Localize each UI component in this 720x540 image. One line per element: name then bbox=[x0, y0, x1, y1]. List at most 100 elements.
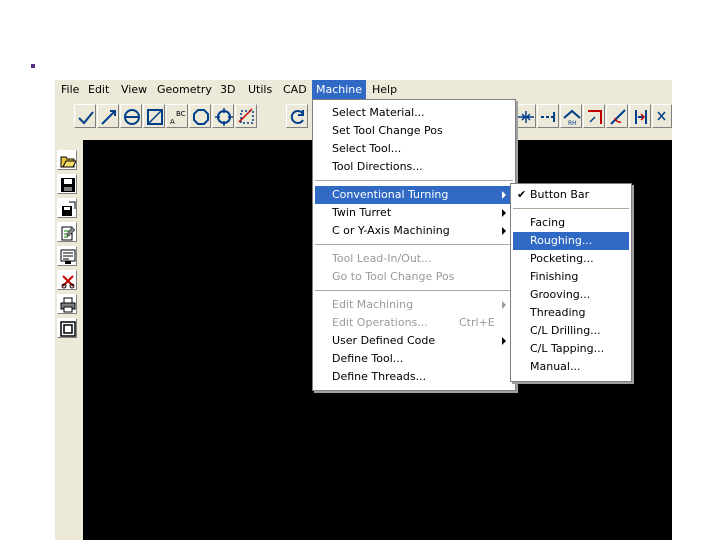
abc-top-text: BC bbox=[176, 110, 186, 118]
menu-3d[interactable]: 3D bbox=[216, 80, 239, 99]
delete-button[interactable] bbox=[57, 270, 77, 290]
menu-item-select-material[interactable]: Select Material... bbox=[315, 104, 513, 122]
menu-item-define-tool[interactable]: Define Tool... bbox=[315, 350, 513, 368]
submenu-item-threading[interactable]: Threading bbox=[513, 304, 629, 322]
extend-icon bbox=[657, 111, 666, 121]
submenu-item-facing[interactable]: Facing bbox=[513, 214, 629, 232]
dashed-box-icon bbox=[238, 108, 254, 124]
menu-item-set-tool-change-pos[interactable]: Set Tool Change Pos bbox=[315, 122, 513, 140]
menu-item-label: Twin Turret bbox=[332, 206, 392, 219]
submenu-item-button-bar[interactable]: ✔ Button Bar bbox=[513, 186, 629, 204]
rh-tool-button[interactable]: RH bbox=[560, 104, 582, 128]
monitor-icon bbox=[60, 249, 76, 264]
point-tool-button[interactable] bbox=[212, 104, 234, 128]
menu-geometry[interactable]: Geometry bbox=[153, 80, 216, 99]
trim-tool-button[interactable] bbox=[629, 104, 651, 128]
rh-house-icon: RH bbox=[563, 109, 581, 126]
menu-item-label: C or Y-Axis Machining bbox=[332, 224, 450, 237]
submenu-item-grooving[interactable]: Grooving... bbox=[513, 286, 629, 304]
submenu-item-label: C/L Tapping... bbox=[530, 342, 605, 355]
tangent-tool-button[interactable] bbox=[97, 104, 119, 128]
menu-item-label: Set Tool Change Pos bbox=[332, 124, 443, 137]
window-button[interactable] bbox=[57, 318, 77, 338]
menu-item-label: Tool Directions... bbox=[332, 160, 423, 173]
edit-file-button[interactable] bbox=[57, 222, 77, 242]
chamfer-tool-button[interactable] bbox=[606, 104, 628, 128]
menu-help[interactable]: Help bbox=[368, 80, 401, 99]
submenu-arrow-icon bbox=[502, 227, 506, 235]
menu-item-label: Select Material... bbox=[332, 106, 425, 119]
offset-tool-button[interactable] bbox=[537, 104, 559, 128]
menu-cad[interactable]: CAD bbox=[279, 80, 311, 99]
rotate-arrow-icon bbox=[290, 110, 304, 124]
save-button[interactable] bbox=[57, 174, 77, 194]
abc-bottom-text: A bbox=[170, 118, 175, 126]
text-tool-button[interactable]: A BC bbox=[166, 104, 188, 128]
text-abc-icon: A BC bbox=[170, 110, 186, 126]
dimension-tool-button[interactable] bbox=[514, 104, 536, 128]
print-button[interactable] bbox=[57, 294, 77, 314]
menu-item-c-or-y-axis-machining[interactable]: C or Y-Axis Machining bbox=[315, 222, 513, 240]
menu-item-user-defined-code[interactable]: User Defined Code bbox=[315, 332, 513, 350]
circle-tool-button[interactable] bbox=[189, 104, 211, 128]
submenu-item-label: Facing bbox=[530, 216, 566, 229]
menu-utils[interactable]: Utils bbox=[244, 80, 276, 99]
corner-tool-button[interactable] bbox=[583, 104, 605, 128]
submenu-item-label: Pocketing... bbox=[530, 252, 594, 265]
submenu-item-cl-tapping[interactable]: C/L Tapping... bbox=[513, 340, 629, 358]
submenu-item-pocketing[interactable]: Pocketing... bbox=[513, 250, 629, 268]
menu-item-twin-turret[interactable]: Twin Turret bbox=[315, 204, 513, 222]
menu-item-select-tool[interactable]: Select Tool... bbox=[315, 140, 513, 158]
menu-view[interactable]: View bbox=[117, 80, 151, 99]
menu-item-label: Go to Tool Change Pos bbox=[332, 270, 455, 283]
scissors-delete-icon bbox=[61, 275, 75, 289]
floppy-disk-icon bbox=[61, 178, 75, 192]
folder-open-icon bbox=[60, 156, 76, 168]
open-button[interactable] bbox=[57, 150, 77, 170]
chamfer-icon bbox=[610, 109, 626, 125]
dashed-arrow-icon bbox=[541, 112, 555, 122]
menu-item-define-threads[interactable]: Define Threads... bbox=[315, 368, 513, 386]
printer-icon bbox=[60, 297, 76, 313]
submenu-item-label: Manual... bbox=[530, 360, 581, 373]
save-as-button[interactable] bbox=[57, 198, 77, 218]
submenu-item-label: Grooving... bbox=[530, 288, 591, 301]
menu-separator bbox=[513, 208, 629, 210]
box-tool-button[interactable] bbox=[143, 104, 165, 128]
menu-separator bbox=[315, 180, 513, 182]
menu-item-tool-directions[interactable]: Tool Directions... bbox=[315, 158, 513, 176]
menu-item-label: Select Tool... bbox=[332, 142, 402, 155]
submenu-item-cl-drilling[interactable]: C/L Drilling... bbox=[513, 322, 629, 340]
menu-edit[interactable]: Edit bbox=[84, 80, 113, 99]
checkmark-icon: ✔ bbox=[517, 188, 527, 201]
menu-item-conventional-turning[interactable]: Conventional Turning bbox=[315, 186, 513, 204]
slide-bullet bbox=[31, 64, 35, 68]
submenu-item-roughing[interactable]: Roughing... bbox=[513, 232, 629, 250]
menu-item-label: Edit Operations... bbox=[332, 316, 428, 329]
line-tool-button[interactable] bbox=[74, 104, 96, 128]
submenu-item-manual[interactable]: Manual... bbox=[513, 358, 629, 376]
menu-item-label: Tool Lead-In/Out... bbox=[332, 252, 432, 265]
extend-tool-button[interactable] bbox=[652, 104, 672, 128]
menu-item-label: Define Threads... bbox=[332, 370, 427, 383]
circle-divided-icon bbox=[124, 109, 140, 125]
frame-window-icon bbox=[60, 321, 76, 337]
submenu-item-label: Roughing... bbox=[530, 234, 593, 247]
menu-item-edit-machining: Edit Machining bbox=[315, 296, 513, 314]
submenu-arrow-icon bbox=[502, 337, 506, 345]
circle-line-tool-button[interactable] bbox=[120, 104, 142, 128]
transform-tool-button[interactable] bbox=[235, 104, 257, 128]
notepad-pencil-icon bbox=[61, 226, 76, 241]
menu-bar: File Edit View Geometry 3D Utils CAD Mac… bbox=[55, 80, 672, 99]
menu-item-label: Edit Machining bbox=[332, 298, 414, 311]
line-icon bbox=[78, 111, 94, 125]
menu-file[interactable]: File bbox=[57, 80, 83, 99]
conventional-turning-submenu: ✔ Button Bar Facing Roughing... Pocketing… bbox=[510, 183, 632, 382]
menu-machine[interactable]: Machine bbox=[312, 80, 366, 99]
menu-item-label: User Defined Code bbox=[332, 334, 436, 347]
display-button[interactable] bbox=[57, 246, 77, 266]
diagonal-box-icon bbox=[147, 109, 163, 125]
rotate-tool-button[interactable] bbox=[286, 104, 308, 128]
target-circle-icon bbox=[215, 108, 233, 126]
submenu-item-finishing[interactable]: Finishing bbox=[513, 268, 629, 286]
